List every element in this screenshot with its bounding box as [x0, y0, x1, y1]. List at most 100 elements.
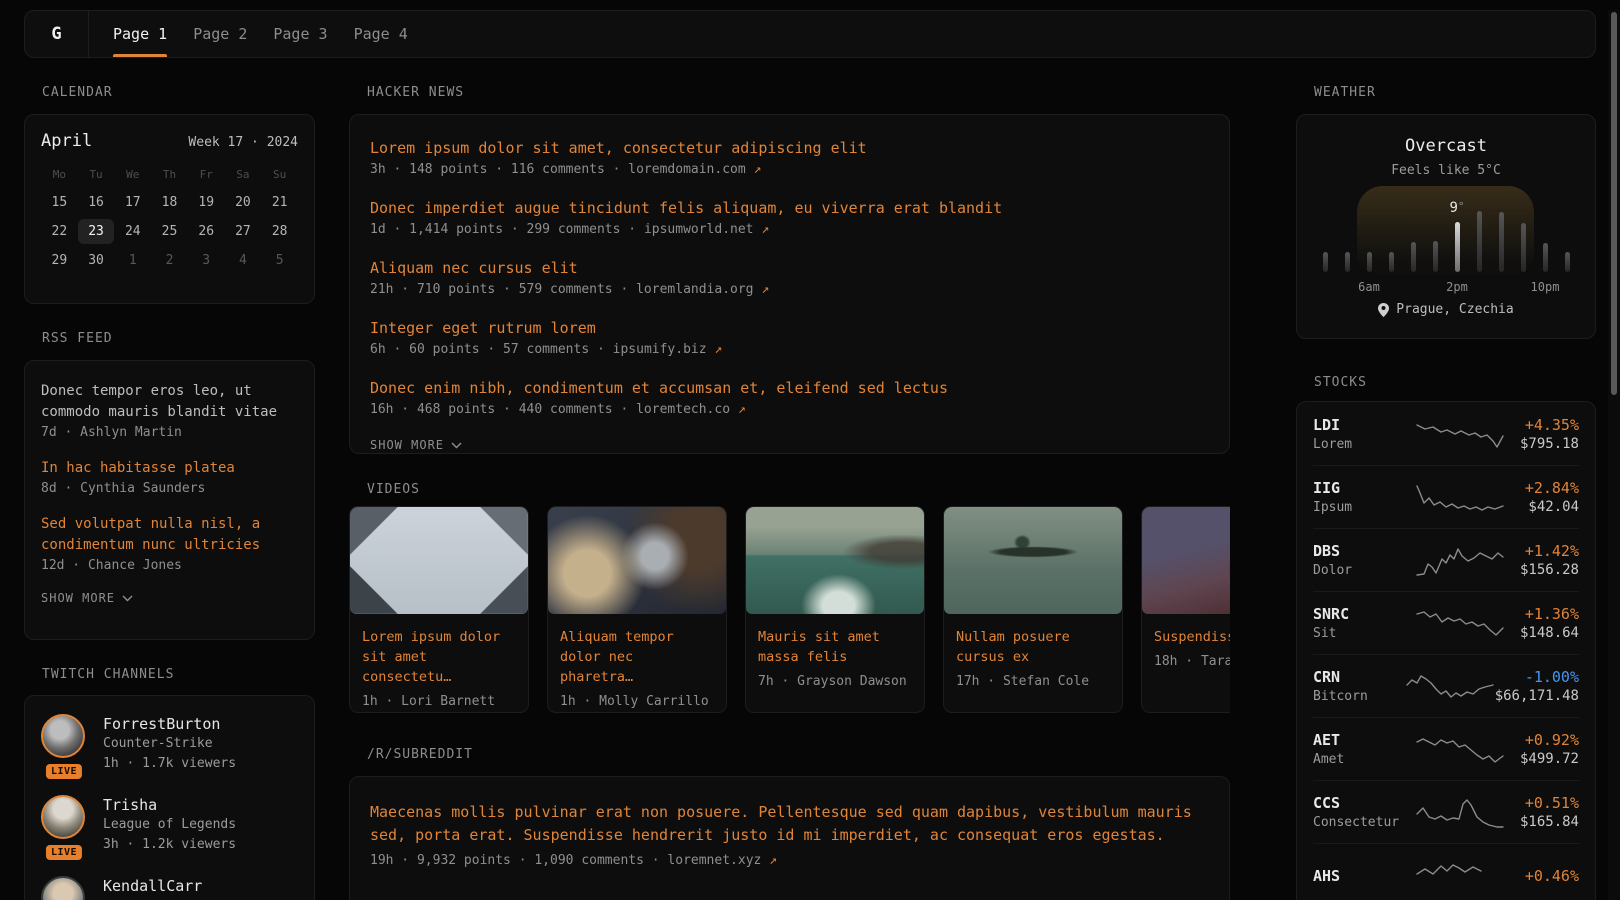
tab-label: Page 4 — [354, 25, 408, 43]
tab-page-4[interactable]: Page 4 — [341, 11, 421, 57]
rss-section-label: RSS FEED — [42, 331, 315, 347]
tab-page-2[interactable]: Page 2 — [180, 11, 260, 57]
video-thumbnail[interactable] — [1142, 507, 1230, 614]
hn-post-title[interactable]: Aliquam nec cursus elit — [370, 258, 1209, 278]
stock-row[interactable]: LDILorem+4.35%$795.18 — [1313, 402, 1579, 465]
video-card[interactable]: Lorem ipsum dolor sit amet consectetu… 1… — [349, 506, 529, 713]
video-thumbnail[interactable] — [746, 507, 924, 614]
video-thumbnail[interactable] — [548, 507, 726, 614]
live-badge: LIVE — [46, 764, 82, 779]
tab-label: Page 1 — [113, 25, 167, 43]
stock-row[interactable]: DBSDolor+1.42%$156.28 — [1313, 528, 1579, 591]
video-meta: 18h · Tara — [1142, 647, 1230, 669]
stock-price: $156.28 — [1505, 561, 1579, 580]
channel-name[interactable]: Trisha — [103, 795, 236, 815]
source-link[interactable]: ipsumify.biz — [613, 342, 707, 357]
stock-row[interactable]: CCSConsectetur+0.51%$165.84 — [1313, 780, 1579, 843]
reddit-post-title[interactable]: Maecenas mollis pulvinar erat non posuer… — [370, 801, 1209, 847]
stock-row[interactable]: SNRCSit+1.36%$148.64 — [1313, 591, 1579, 654]
rss-item-meta: 8d · Cynthia Saunders — [41, 481, 298, 496]
post-meta-text: 19h · 9,932 points · 1,090 comments · — [370, 853, 667, 868]
stock-name: Dolor — [1313, 561, 1415, 580]
stocks-section-label: STOCKS — [1314, 375, 1596, 391]
stock-row[interactable]: IIGIpsum+2.84%$42.04 — [1313, 465, 1579, 528]
rss-feed-widget: Donec tempor eros leo, ut commodo mauris… — [24, 360, 315, 640]
rss-item-title[interactable]: Donec tempor eros leo, ut commodo mauris… — [41, 381, 298, 423]
video-card[interactable]: Aliquam tempor dolor nec pharetra… 1h · … — [547, 506, 727, 713]
calendar-date-cell: 3 — [188, 248, 225, 273]
location-pin-icon — [1378, 303, 1389, 317]
channel-name[interactable]: ForrestBurton — [103, 714, 236, 734]
weather-location: Prague, Czechia — [1396, 302, 1513, 317]
video-title[interactable]: Suspendisse diam — [1142, 614, 1230, 647]
video-meta: 17h · Stefan Cole — [944, 667, 1122, 689]
hn-section-label: HACKER NEWS — [367, 85, 1230, 101]
twitch-channel-row[interactable]: KendallCarr — [41, 876, 298, 900]
stock-name: Sit — [1313, 624, 1415, 643]
source-link[interactable]: loremtech.co — [636, 402, 730, 417]
hn-post-meta: 1d · 1,414 points · 299 comments · ipsum… — [370, 222, 1209, 237]
calendar-date-cell: 30 — [78, 248, 115, 273]
hn-post-meta: 21h · 710 points · 579 comments · loreml… — [370, 282, 1209, 297]
video-title[interactable]: Mauris sit amet massa felis — [746, 614, 924, 667]
channel-name[interactable]: KendallCarr — [103, 876, 202, 896]
source-link[interactable]: loremlandia.org — [636, 282, 753, 297]
video-title[interactable]: Aliquam tempor dolor nec pharetra… — [548, 614, 726, 687]
channel-game: Counter-Strike — [103, 734, 236, 754]
source-link[interactable]: loremdomain.com — [628, 162, 745, 177]
stock-row[interactable]: AETAmet+0.92%$499.72 — [1313, 717, 1579, 780]
calendar-date-cell: 26 — [188, 219, 225, 244]
weather-hourly-chart: 9°6am2pm10pm — [1323, 190, 1570, 294]
video-thumbnail[interactable] — [944, 507, 1122, 614]
external-link-icon: ↗ — [714, 342, 722, 357]
stock-name: Bitcorn — [1313, 687, 1405, 706]
videos-section-label: VIDEOS — [367, 482, 1230, 498]
hn-post: Lorem ipsum dolor sit amet, consectetur … — [370, 138, 1209, 177]
hn-post-meta: 3h · 148 points · 116 comments · loremdo… — [370, 162, 1209, 177]
video-title[interactable]: Nullam posuere cursus ex — [944, 614, 1122, 667]
stock-name: Lorem — [1313, 435, 1415, 454]
post-meta-text: 3h · 148 points · 116 comments · — [370, 162, 628, 177]
post-meta-text: 1d · 1,414 points · 299 comments · — [370, 222, 644, 237]
source-link[interactable]: ipsumworld.net — [644, 222, 754, 237]
weather-bar — [1565, 252, 1570, 272]
stock-row[interactable]: CRNBitcorn-1.00%$66,171.48 — [1313, 654, 1579, 717]
hn-show-more-button[interactable]: SHOW MORE — [370, 438, 1209, 452]
stock-symbol: LDI — [1313, 415, 1415, 435]
video-thumbnail[interactable] — [350, 507, 528, 614]
rss-item-title[interactable]: Sed volutpat nulla nisl, a condimentum n… — [41, 514, 298, 556]
stock-sparkline — [1415, 859, 1505, 893]
hn-post-title[interactable]: Integer eget rutrum lorem — [370, 318, 1209, 338]
stock-change: +1.36% — [1505, 604, 1579, 624]
hn-post-title[interactable]: Donec enim nibh, condimentum et accumsan… — [370, 378, 1209, 398]
calendar-date-cell: 24 — [114, 219, 151, 244]
calendar-date-cell: 27 — [225, 219, 262, 244]
video-meta: 1h · Lori Barnett — [350, 687, 528, 709]
post-meta-text: 21h · 710 points · 579 comments · — [370, 282, 636, 297]
external-link-icon: ↗ — [754, 162, 762, 177]
twitch-channel-row[interactable]: LIVE ForrestBurton Counter-Strike 1h · 1… — [41, 714, 298, 774]
hn-post-title[interactable]: Lorem ipsum dolor sit amet, consectetur … — [370, 138, 1209, 158]
source-link[interactable]: loremnet.xyz — [667, 853, 761, 868]
avatar — [41, 795, 85, 839]
rss-show-more-button[interactable]: SHOW MORE — [41, 591, 298, 605]
app-logo[interactable]: G — [25, 11, 89, 57]
rss-item: Donec tempor eros leo, ut commodo mauris… — [41, 381, 298, 440]
channel-viewers: 1h · 1.7k viewers — [103, 754, 236, 774]
stock-row[interactable]: AHS+0.46% — [1313, 843, 1579, 900]
scrollbar-thumb[interactable] — [1611, 12, 1617, 395]
tab-page-3[interactable]: Page 3 — [260, 11, 340, 57]
external-link-icon: ↗ — [761, 282, 769, 297]
stock-change: +1.42% — [1505, 541, 1579, 561]
video-title[interactable]: Lorem ipsum dolor sit amet consectetu… — [350, 614, 528, 687]
hn-post-title[interactable]: Donec imperdiet augue tincidunt felis al… — [370, 198, 1209, 218]
video-card[interactable]: Suspendisse diam 18h · Tara — [1141, 506, 1230, 713]
calendar-date-cell: 22 — [41, 219, 78, 244]
video-card[interactable]: Mauris sit amet massa felis 7h · Grayson… — [745, 506, 925, 713]
tab-page-1[interactable]: Page 1 — [100, 11, 180, 57]
video-card[interactable]: Nullam posuere cursus ex 17h · Stefan Co… — [943, 506, 1123, 713]
stock-change: -1.00% — [1495, 667, 1579, 687]
rss-item-title[interactable]: In hac habitasse platea — [41, 458, 298, 479]
twitch-channel-row[interactable]: LIVE Trisha League of Legends 3h · 1.2k … — [41, 795, 298, 855]
weather-hour-label: 6am — [1358, 280, 1380, 294]
